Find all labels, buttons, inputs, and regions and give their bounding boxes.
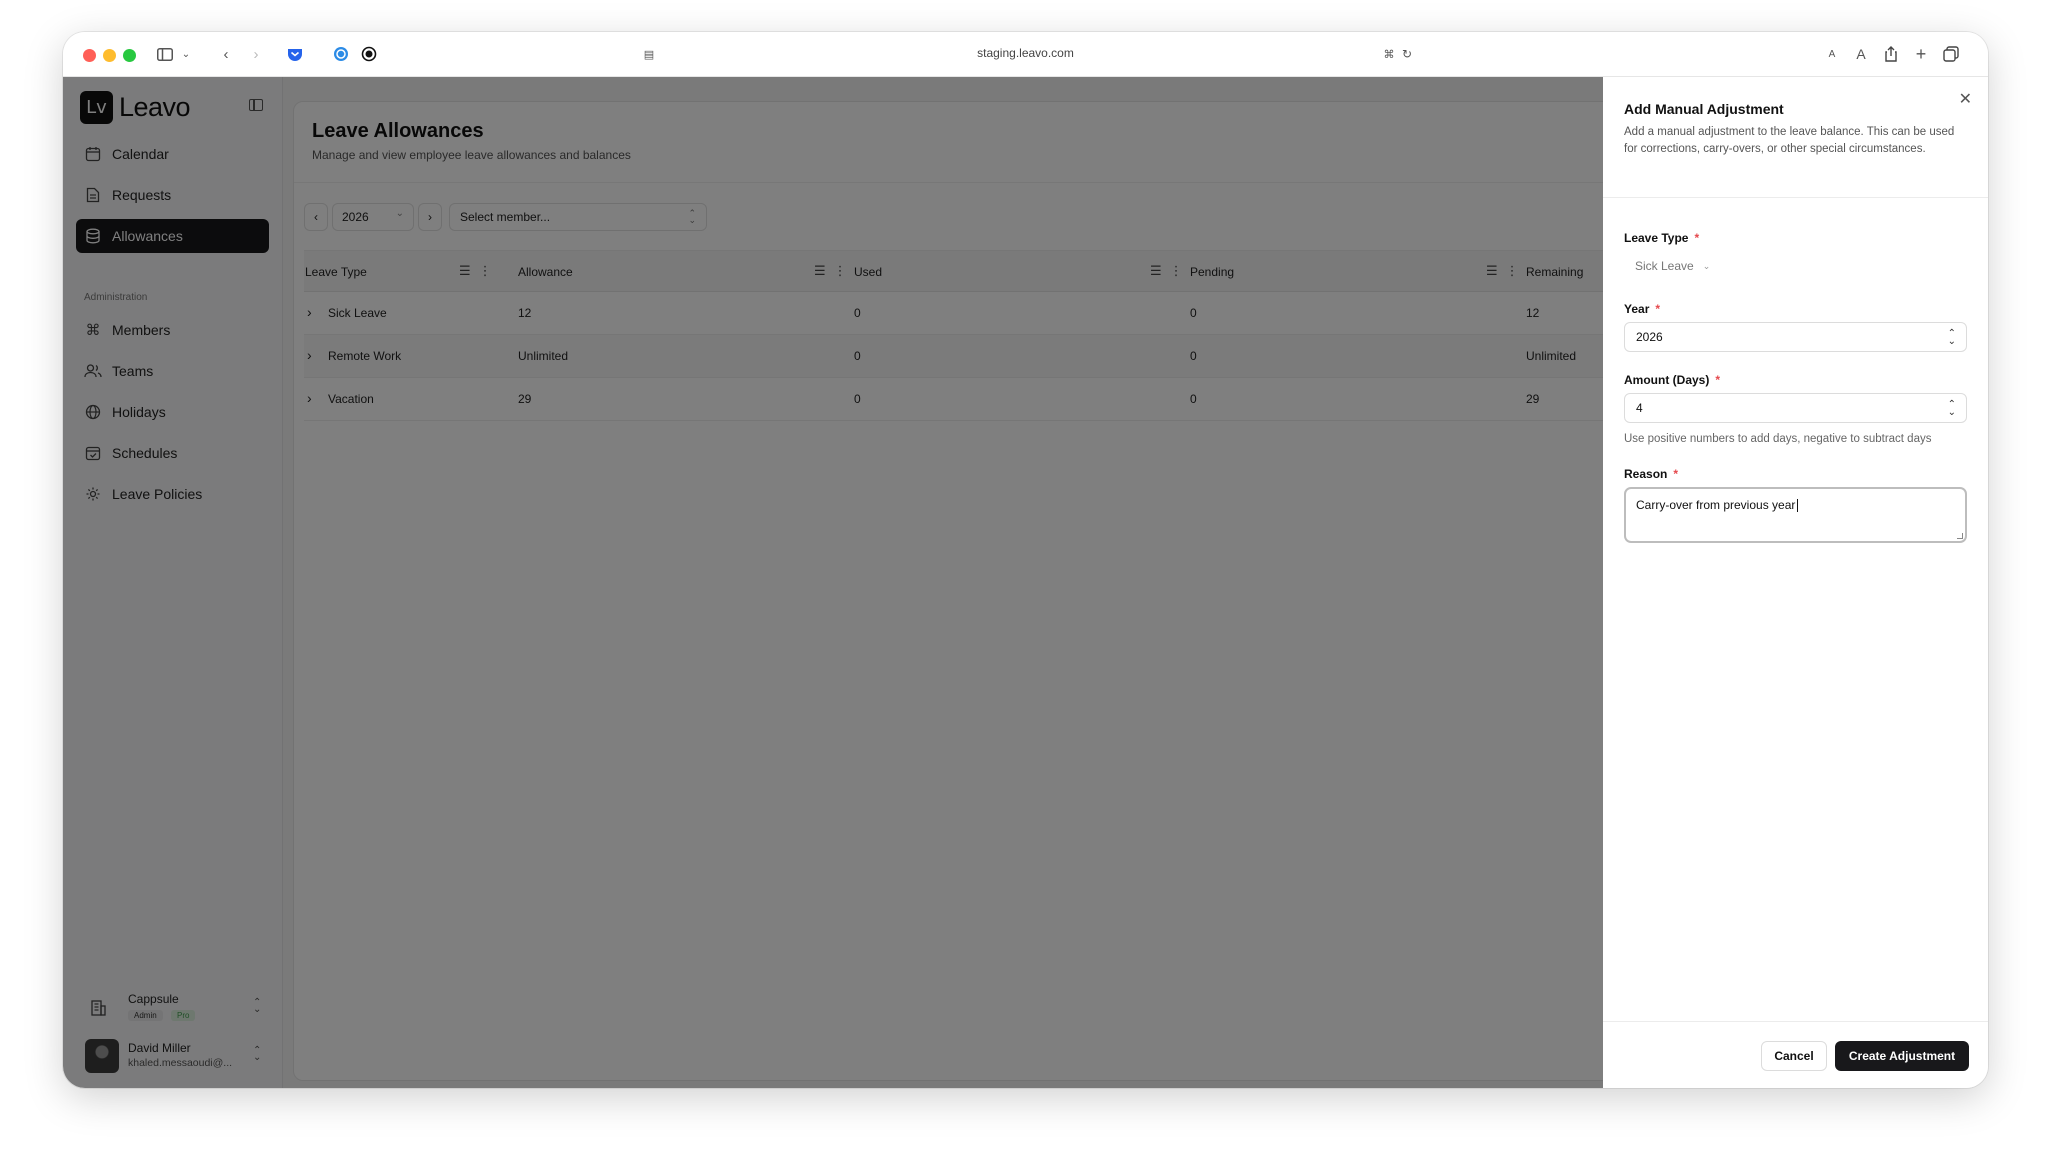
resize-handle-icon[interactable] bbox=[1957, 533, 1963, 539]
text-smaller-icon[interactable]: A bbox=[1825, 43, 1839, 65]
close-icon[interactable]: ✕ bbox=[1959, 89, 1972, 109]
browser-toolbar: ⌄ ‹ › ▤ staging.leavo.com ⌘ ↻ A A + bbox=[63, 32, 1988, 77]
year-field-value: 2026 bbox=[1636, 330, 1663, 344]
required-marker: * bbox=[1694, 231, 1700, 245]
label-text: Leave Type bbox=[1624, 231, 1689, 245]
share-icon[interactable] bbox=[1883, 43, 1899, 65]
reason-label: Reason * bbox=[1624, 467, 1678, 481]
leave-type-value: Sick Leave bbox=[1635, 259, 1694, 273]
drawer-description: Add a manual adjustment to the leave bal… bbox=[1624, 126, 1955, 155]
leave-type-select[interactable]: Sick Leave ⌄ bbox=[1624, 253, 1710, 279]
year-label: Year * bbox=[1624, 302, 1660, 316]
tab-overview-icon[interactable] bbox=[1942, 43, 1960, 65]
browser-window: ⌄ ‹ › ▤ staging.leavo.com ⌘ ↻ A A + Lv L… bbox=[63, 32, 1988, 1088]
drawer-divider bbox=[1603, 197, 1988, 198]
label-text: Year bbox=[1624, 302, 1650, 316]
reload-icon[interactable]: ↻ bbox=[1399, 43, 1415, 65]
leave-type-label: Leave Type * bbox=[1624, 231, 1699, 245]
chevron-down-icon: ⌄ bbox=[1702, 260, 1711, 271]
required-marker: * bbox=[1673, 467, 1679, 481]
amount-field-value: 4 bbox=[1636, 401, 1643, 415]
drawer-footer-divider bbox=[1603, 1021, 1988, 1022]
new-tab-icon[interactable]: + bbox=[1913, 43, 1929, 65]
adjustment-drawer: ✕ Add Manual Adjustment Add a manual adj… bbox=[1603, 77, 1988, 1088]
required-marker: * bbox=[1715, 373, 1721, 387]
year-field[interactable]: 2026 ⌃ ⌄ bbox=[1624, 322, 1967, 352]
amount-field[interactable]: 4 ⌃ ⌄ bbox=[1624, 393, 1967, 423]
amount-label: Amount (Days) * bbox=[1624, 373, 1720, 387]
create-adjustment-button[interactable]: Create Adjustment bbox=[1835, 1041, 1969, 1071]
drawer-title: Add Manual Adjustment bbox=[1624, 101, 1784, 117]
label-text: Reason bbox=[1624, 467, 1668, 481]
text-larger-icon[interactable]: A bbox=[1853, 43, 1869, 65]
required-marker: * bbox=[1655, 302, 1661, 316]
label-text: Amount (Days) bbox=[1624, 373, 1710, 387]
desktop-background: ⌄ ‹ › ▤ staging.leavo.com ⌘ ↻ A A + Lv L… bbox=[0, 0, 2048, 1152]
reason-textarea[interactable]: Carry-over from previous year bbox=[1624, 487, 1967, 543]
stepper-icon[interactable]: ⌃ ⌄ bbox=[1948, 400, 1956, 418]
amount-hint: Use positive numbers to add days, negati… bbox=[1624, 433, 1932, 445]
modal-backdrop[interactable] bbox=[63, 77, 1603, 1088]
translate-icon[interactable]: ⌘ bbox=[1381, 43, 1397, 65]
cancel-button[interactable]: Cancel bbox=[1761, 1041, 1827, 1071]
address-bar[interactable]: staging.leavo.com bbox=[63, 46, 1988, 60]
stepper-icon[interactable]: ⌃ ⌄ bbox=[1948, 329, 1956, 347]
